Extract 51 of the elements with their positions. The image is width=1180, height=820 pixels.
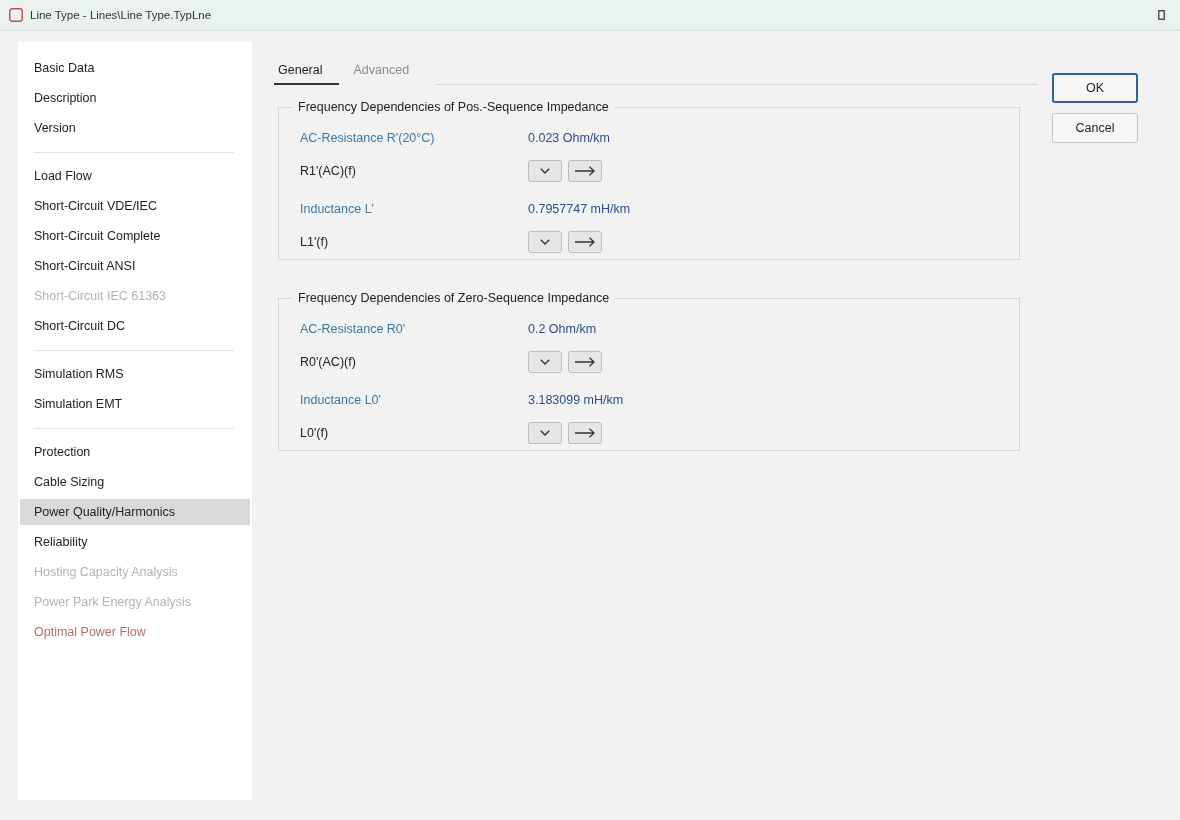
sidebar-item[interactable]: Reliability	[20, 529, 250, 555]
ok-button[interactable]: OK	[1052, 73, 1138, 103]
parameter-label: Inductance L'	[300, 202, 375, 216]
sidebar-item[interactable]: Simulation RMS	[20, 361, 250, 387]
parameter-label: AC-Resistance R0'	[300, 322, 407, 336]
sidebar-item[interactable]: Short-Circuit Complete	[20, 223, 250, 249]
arrow-right-icon	[575, 356, 595, 367]
parameter-value: 3.183099 mH/km	[528, 393, 624, 407]
dropdown-button[interactable]	[528, 421, 562, 444]
chevron-down-icon	[540, 238, 550, 245]
sidebar-item[interactable]: Short-Circuit DC	[20, 313, 250, 339]
dropdown-button[interactable]	[528, 159, 562, 182]
sidebar-item[interactable]: Basic Data	[20, 55, 250, 81]
parameter-value: 0.2 Ohm/km	[528, 322, 597, 336]
tab[interactable]: General	[274, 58, 340, 85]
maximize-icon[interactable]	[1158, 10, 1165, 20]
app-icon	[9, 8, 23, 22]
sidebar-item[interactable]: Short-Circuit ANSI	[20, 253, 250, 279]
chevron-down-icon	[540, 167, 550, 174]
function-label: R0'(AC)(f)	[300, 354, 357, 369]
arrow-right-icon	[575, 236, 595, 247]
dropdown-button[interactable]	[528, 350, 562, 373]
sidebar-item[interactable]: Version	[20, 115, 250, 141]
arrow-button[interactable]	[568, 421, 602, 444]
sidebar-item[interactable]: Simulation EMT	[20, 391, 250, 417]
sidebar-item[interactable]: Description	[20, 85, 250, 111]
parameter-value: 0.7957747 mH/km	[528, 202, 631, 216]
sidebar-item[interactable]: Optimal Power Flow	[20, 619, 250, 645]
arrow-right-icon	[575, 427, 595, 438]
dropdown-button[interactable]	[528, 230, 562, 253]
sidebar-item[interactable]: Protection	[20, 439, 250, 465]
function-label: L1'(f)	[300, 234, 330, 249]
parameter-label: Inductance L0'	[300, 393, 382, 407]
chevron-down-icon	[540, 429, 550, 436]
sidebar-item[interactable]: Short-Circuit VDE/IEC	[20, 193, 250, 219]
parameter-label: AC-Resistance R'(20°C)	[300, 131, 436, 145]
function-label: R1'(AC)(f)	[300, 163, 357, 178]
window-title: Line Type - Lines\Line Type.TypLne	[30, 9, 212, 21]
group-title: Frequency Dependencies of Zero-Sequence Impedance	[297, 291, 611, 305]
arrow-right-icon	[575, 165, 595, 176]
function-label: L0'(f)	[300, 425, 330, 440]
arrow-button[interactable]	[568, 230, 602, 253]
group-title: Frequency Dependencies of Pos.-Sequence Impedance	[297, 100, 610, 114]
sidebar-item[interactable]: Load Flow	[20, 163, 250, 189]
sidebar-item[interactable]: Power Quality/Harmonics	[20, 499, 250, 525]
chevron-down-icon	[540, 358, 550, 365]
parameter-value: 0.023 Ohm/km	[528, 131, 610, 145]
arrow-button[interactable]	[568, 350, 602, 373]
sidebar-item[interactable]: Cable Sizing	[20, 469, 250, 495]
cancel-button[interactable]: Cancel	[1052, 113, 1138, 143]
arrow-button[interactable]	[568, 159, 602, 182]
